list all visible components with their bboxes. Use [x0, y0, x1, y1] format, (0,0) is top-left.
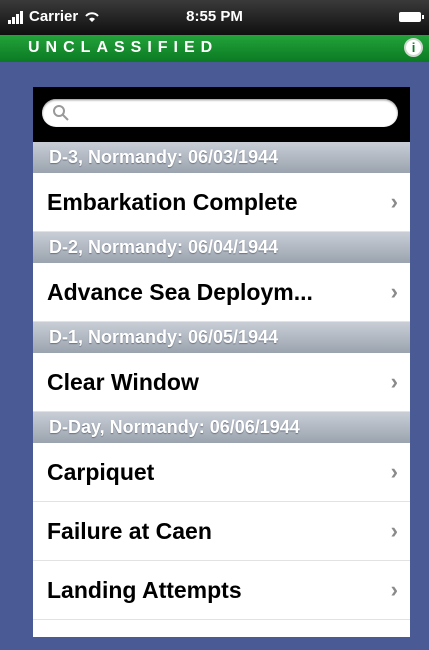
list-item[interactable]: Landing Attempts › [33, 561, 410, 620]
status-bar: Carrier 8:55 PM [0, 0, 429, 35]
list-item-label: Failure at Caen [47, 518, 212, 544]
list-item[interactable]: Carpiquet › [33, 443, 410, 502]
search-bar [33, 87, 410, 142]
battery-icon [399, 12, 424, 22]
list-item[interactable]: Embarkation Complete › [33, 173, 410, 232]
list-item-label: Advance Sea Deploym... [47, 279, 313, 305]
section-header: D-3, Normandy: 06/03/1944 [33, 142, 410, 173]
list-panel: D-3, Normandy: 06/03/1944 Embarkation Co… [33, 87, 410, 637]
section-header: D-2, Normandy: 06/04/1944 [33, 232, 410, 263]
list-item-label: Carpiquet [47, 459, 155, 485]
classification-label: UNCLASSIFIED [28, 39, 219, 56]
list-item[interactable]: Clear Window › [33, 353, 410, 412]
list-item-label: Landing Attempts [47, 577, 242, 603]
status-time: 8:55 PM [186, 8, 243, 25]
list-item-label: Clear Window [47, 369, 199, 395]
chevron-right-icon: › [390, 518, 398, 543]
info-icon[interactable]: i [404, 38, 423, 57]
section-header: D-Day, Normandy: 06/06/1944 [33, 412, 410, 443]
list-item[interactable]: Advance Sea Deploym... › [33, 263, 410, 322]
chevron-right-icon: › [390, 459, 398, 484]
search-icon [53, 105, 69, 121]
search-input[interactable] [74, 103, 393, 125]
list-item-label: Embarkation Complete [47, 189, 298, 215]
chevron-right-icon: › [390, 279, 398, 304]
chevron-right-icon: › [390, 189, 398, 214]
section-header: D-1, Normandy: 06/05/1944 [33, 322, 410, 353]
list-item[interactable]: Failure at Caen › [33, 502, 410, 561]
chevron-right-icon: › [390, 369, 398, 394]
classification-bar: UNCLASSIFIED i [0, 35, 429, 62]
search-field[interactable] [42, 99, 398, 127]
chevron-right-icon: › [390, 577, 398, 602]
